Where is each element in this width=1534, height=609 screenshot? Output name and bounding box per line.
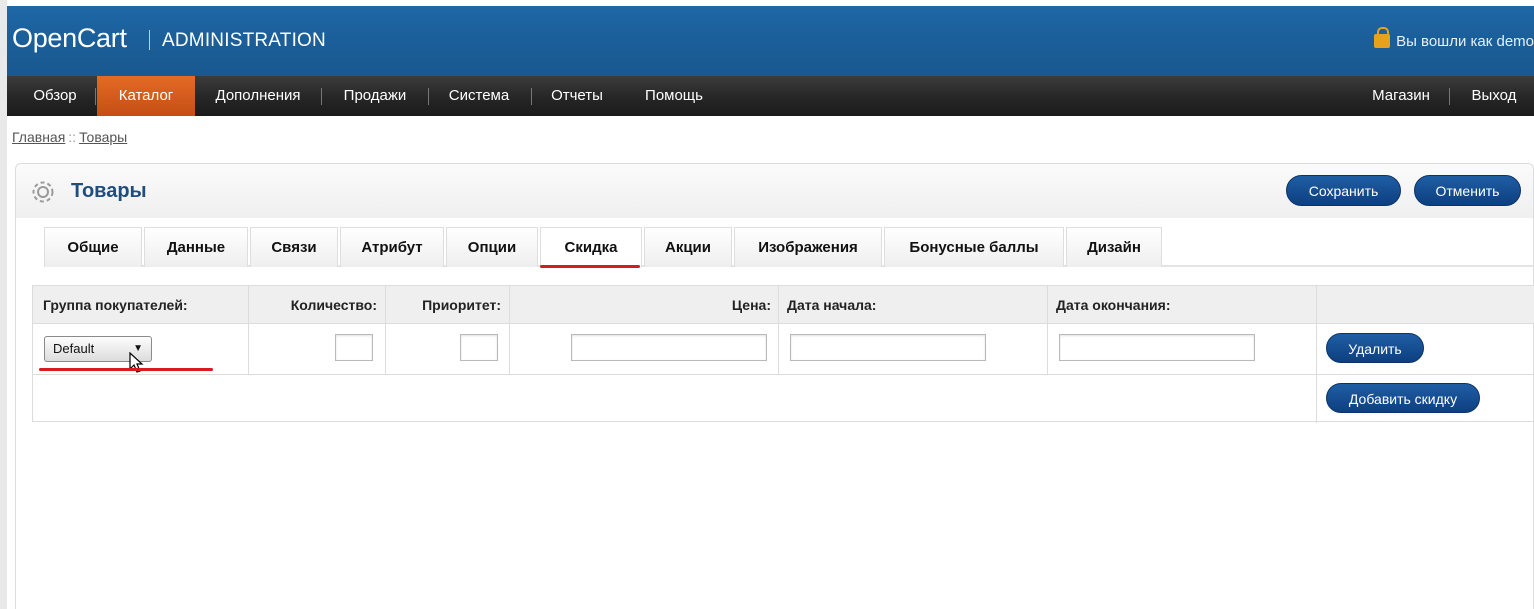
column-header-priority: Приоритет: (422, 297, 501, 313)
column-divider (1316, 286, 1317, 423)
breadcrumb: Главная:: Товары (12, 129, 127, 145)
app-header: OpenCart ADMINISTRATION Вы вошли как dem… (7, 6, 1534, 76)
breadcrumb-products[interactable]: Товары (79, 129, 127, 145)
logo-divider (149, 30, 150, 50)
row-divider (33, 374, 1534, 375)
menu-divider (428, 88, 429, 105)
column-header-quantity: Количество: (290, 297, 377, 313)
column-divider (509, 286, 510, 374)
column-header-customer-group: Группа покупателей: (43, 297, 188, 313)
page-title: Товары (71, 180, 147, 202)
table-header: Группа покупателей: Количество: Приорите… (33, 286, 1534, 324)
column-divider (385, 286, 386, 374)
column-divider (248, 286, 249, 374)
lock-icon (1374, 27, 1391, 48)
login-text: Вы вошли как demo (1396, 33, 1534, 50)
tab-reward-points[interactable]: Бонусные баллы (884, 227, 1064, 267)
box-heading: Товары Сохранить Отменить (16, 164, 1533, 218)
tab-general[interactable]: Общие (44, 227, 142, 267)
menu-divider (321, 88, 322, 105)
app-subtitle: ADMINISTRATION (162, 30, 326, 51)
menu-item-logout[interactable]: Выход (1459, 76, 1529, 116)
column-divider (778, 286, 779, 374)
quantity-input[interactable] (335, 334, 373, 361)
content-box: Товары Сохранить Отменить Общие Данные С… (15, 163, 1534, 609)
menu-item-system[interactable]: Система (435, 76, 523, 116)
breadcrumb-separator: :: (68, 129, 77, 145)
menu-item-reports[interactable]: Отчеты (539, 76, 615, 116)
tab-attribute[interactable]: Атрибут (340, 227, 444, 267)
tab-options[interactable]: Опции (446, 227, 538, 267)
save-button[interactable]: Сохранить (1286, 175, 1401, 206)
browser-page: OpenCart ADMINISTRATION Вы вошли как dem… (0, 0, 1534, 609)
column-divider (1047, 286, 1048, 374)
menu-divider (531, 88, 532, 105)
menu-item-sales[interactable]: Продажи (329, 76, 421, 116)
column-header-date-end: Дата окончания: (1056, 297, 1171, 313)
menu-divider (95, 88, 96, 105)
app-logo[interactable]: OpenCart (12, 23, 127, 54)
tab-specials[interactable]: Акции (644, 227, 732, 267)
price-input[interactable] (571, 334, 767, 361)
login-status: Вы вошли как demo (1374, 27, 1534, 50)
menu-item-catalog[interactable]: Каталог (97, 76, 195, 116)
tab-highlight-underline (540, 265, 640, 268)
select-highlight-underline (39, 368, 213, 371)
tab-links[interactable]: Связи (250, 227, 338, 267)
discount-table: Группа покупателей: Количество: Приорите… (32, 285, 1534, 423)
menu-item-help[interactable]: Помощь (633, 76, 715, 116)
add-discount-button[interactable]: Добавить скидку (1326, 383, 1480, 413)
cancel-button[interactable]: Отменить (1414, 175, 1521, 206)
priority-input[interactable] (460, 334, 498, 361)
customer-group-value: Default (53, 341, 95, 356)
product-tabs: Общие Данные Связи Атрибут Опции Скидка … (44, 227, 1534, 267)
gear-icon (32, 181, 54, 203)
tab-discount[interactable]: Скидка (540, 227, 642, 267)
menu-divider (1449, 88, 1450, 105)
column-header-date-start: Дата начала: (787, 297, 877, 313)
breadcrumb-home[interactable]: Главная (12, 129, 65, 145)
menu-item-extensions[interactable]: Дополнения (203, 76, 313, 116)
main-menu: Обзор Каталог Дополнения Продажи Система… (7, 76, 1534, 116)
menu-item-store[interactable]: Магазин (1361, 76, 1441, 116)
tab-images[interactable]: Изображения (734, 227, 882, 267)
column-header-price: Цена: (731, 297, 771, 313)
date-end-input[interactable] (1059, 334, 1255, 361)
delete-discount-button[interactable]: Удалить (1326, 333, 1424, 363)
menu-item-overview[interactable]: Обзор (19, 76, 91, 116)
tab-design[interactable]: Дизайн (1066, 227, 1162, 267)
date-start-input[interactable] (790, 334, 986, 361)
tab-data[interactable]: Данные (144, 227, 248, 267)
